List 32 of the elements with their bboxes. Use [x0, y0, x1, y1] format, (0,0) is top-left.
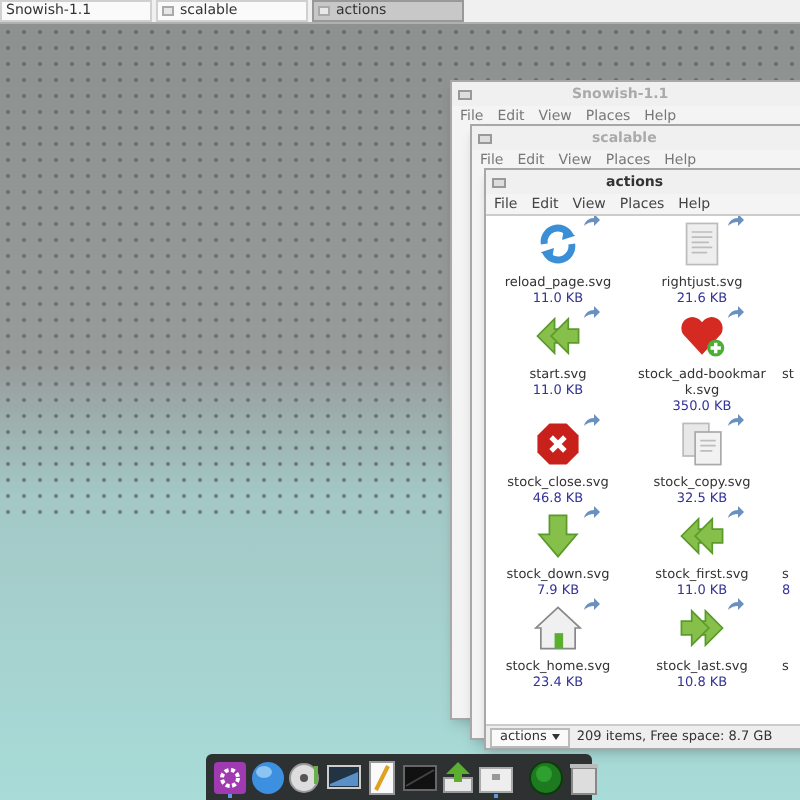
link-arrow-icon — [582, 598, 600, 612]
link-arrow-icon — [582, 506, 600, 520]
monitor-icon[interactable] — [326, 759, 362, 795]
link-arrow-icon — [726, 414, 744, 428]
window-icon — [492, 177, 506, 187]
notepad-icon[interactable] — [364, 759, 400, 795]
window-icon — [478, 133, 492, 143]
down-arrow-icon — [534, 512, 582, 560]
heart-plus-icon — [678, 312, 726, 360]
link-arrow-icon — [582, 414, 600, 428]
window-icon — [162, 6, 174, 16]
link-arrow-icon — [726, 216, 744, 228]
disc-icon[interactable] — [288, 759, 324, 795]
upload-box-icon[interactable] — [440, 759, 476, 795]
window-icon — [458, 89, 472, 99]
window-icon — [318, 6, 330, 16]
double-left-arrow-icon — [534, 312, 582, 360]
house-icon — [534, 604, 582, 652]
link-arrow-icon — [726, 598, 744, 612]
caret-icon — [552, 734, 561, 740]
globe-icon[interactable] — [250, 759, 286, 795]
link-arrow-icon — [726, 306, 744, 320]
link-arrow-icon — [582, 216, 600, 228]
trash-icon[interactable] — [566, 759, 602, 795]
link-arrow-icon — [582, 306, 600, 320]
copy-pages-icon — [678, 420, 726, 468]
double-left-arrow-icon — [678, 512, 726, 560]
round-button-icon[interactable] — [528, 759, 564, 795]
stop-sign-icon — [534, 420, 582, 468]
gear-icon[interactable] — [212, 759, 248, 795]
double-right-arrow-icon — [678, 604, 726, 652]
link-arrow-icon — [726, 506, 744, 520]
